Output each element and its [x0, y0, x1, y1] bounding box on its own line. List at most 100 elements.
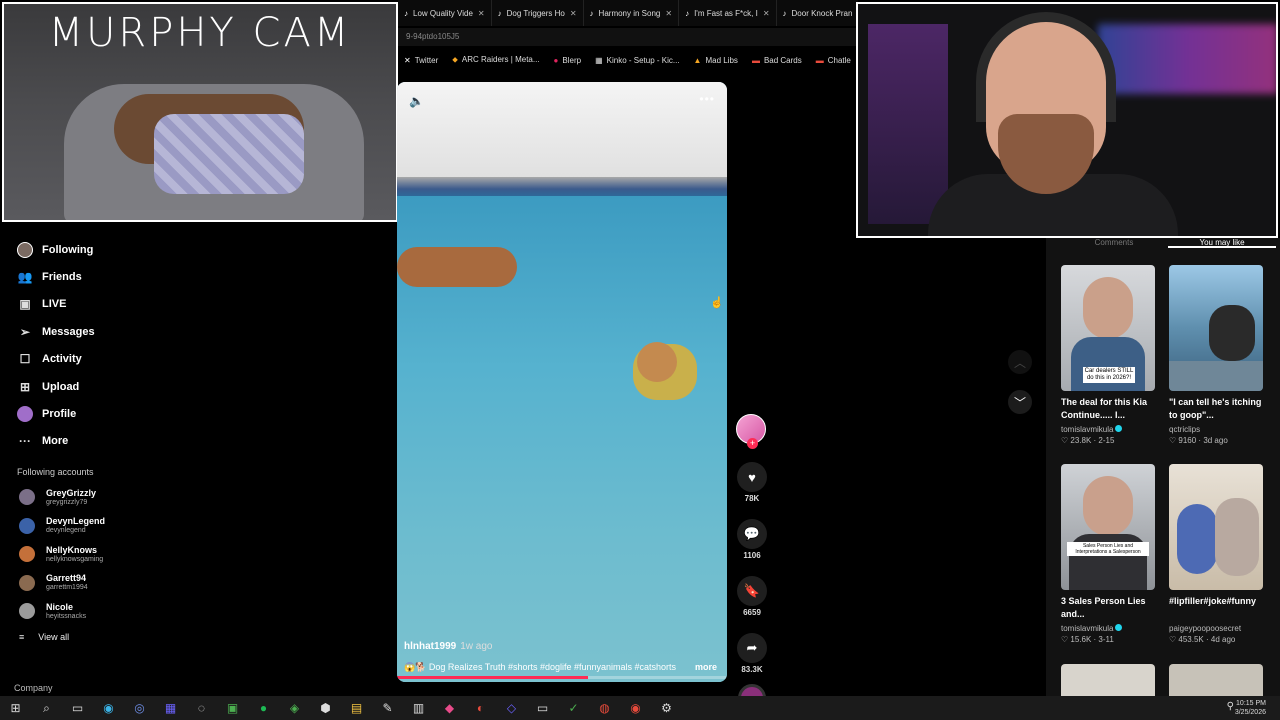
pool-wall [397, 82, 727, 180]
sidebar-item-following[interactable]: Following [0, 236, 396, 263]
settings-gear-icon[interactable]: ⚙ [651, 696, 682, 720]
tab-you-may-like[interactable]: You may like [1168, 238, 1276, 248]
app-icon[interactable]: ◉ [620, 696, 651, 720]
video-thumbnail[interactable] [1169, 464, 1263, 590]
next-video-button[interactable]: ﹀ [1008, 390, 1032, 414]
bookmark-arc-raiders[interactable]: ⬥ ARC Raiders | Meta... [452, 55, 539, 65]
close-icon[interactable]: ✕ [478, 9, 485, 18]
app-icon[interactable]: ✎ [372, 696, 403, 720]
app-icon[interactable]: ◍ [589, 696, 620, 720]
comment-count: 1106 [743, 551, 761, 560]
browser-tab[interactable]: ♪ Low Quality Vide ✕ [398, 0, 492, 26]
address-bar[interactable]: 9-94ptdo105J5 [398, 28, 858, 46]
sidebar-item-friends[interactable]: 👥 Friends [0, 263, 396, 290]
bookmark-twitter[interactable]: ✕ Twitter [404, 56, 438, 65]
app-icon[interactable]: ◈ [279, 696, 310, 720]
bad-cards-icon: ▬ [751, 55, 760, 65]
heart-icon: ♡ [1169, 436, 1179, 445]
task-view-icon[interactable]: ▭ [62, 696, 93, 720]
previous-video-button[interactable]: ︿ [1008, 350, 1032, 374]
like-button[interactable]: ♥ [737, 462, 767, 492]
caption-more-button[interactable]: more [695, 662, 717, 672]
bookmark-mad-libs[interactable]: ▲ Mad Libs [694, 56, 738, 65]
volume-icon[interactable]: 🔈 [409, 94, 424, 108]
app-icon[interactable]: ▣ [217, 696, 248, 720]
murphy-cam-title: MURPHY CAM [48, 10, 352, 56]
creator-avatar[interactable]: + [736, 414, 766, 449]
system-clock[interactable]: 10:15 PM 3/25/2026 [1235, 699, 1266, 717]
following-accounts-heading: Following accounts [17, 467, 94, 478]
following-account[interactable]: Garrett94 garrettm1994 [0, 569, 396, 598]
sidebar-item-live[interactable]: ▣ LIVE [0, 291, 396, 318]
view-all-button[interactable]: ≡ View all [0, 632, 396, 642]
video-author[interactable]: hlnhat1999 1w ago [404, 641, 493, 652]
video-card[interactable]: Car dealers STILL do this in 2026?! The … [1061, 265, 1155, 445]
app-icon[interactable]: ⬢ [310, 696, 341, 720]
tab-comments[interactable]: Comments [1060, 238, 1168, 248]
follow-plus-icon[interactable]: + [747, 438, 758, 449]
blanket [154, 114, 304, 194]
edge-browser-icon[interactable]: ◉ [93, 696, 124, 720]
network-icon[interactable]: ⚲ [1227, 701, 1234, 712]
video-card[interactable]: "I can tell he's itching to goop"... qct… [1169, 265, 1263, 445]
video-card-stats: ♡ 15.6K · 3-11 [1061, 635, 1114, 644]
video-thumbnail[interactable] [1061, 664, 1155, 698]
like-count: 78K [744, 494, 760, 503]
sidebar-item-upload[interactable]: ⊞ Upload [0, 373, 396, 400]
share-button[interactable]: ➦ [737, 633, 767, 663]
company-link[interactable]: Company [14, 683, 53, 693]
sidebar-item-messages[interactable]: ➢ Messages [0, 318, 396, 345]
following-account[interactable]: Nicole heyitssnacks [0, 597, 396, 626]
video-thumbnail[interactable] [1169, 664, 1263, 698]
app-icon[interactable]: ▥ [403, 696, 434, 720]
terminal-icon[interactable]: ▭ [527, 696, 558, 720]
video-card-title: The deal for this Kia Continue..... I... [1061, 397, 1148, 420]
avatar [19, 489, 35, 506]
sidebar-item-profile[interactable]: Profile [0, 400, 396, 427]
following-account[interactable]: GreyGrizzly greygrizzly79 [0, 483, 396, 512]
bookmark-blerp[interactable]: ● Blerp [554, 56, 582, 65]
comment-button[interactable]: 💬 [737, 519, 767, 549]
twitter-icon: ✕ [404, 55, 411, 65]
list-icon: ≡ [19, 631, 25, 642]
app-icon[interactable]: ◆ [434, 696, 465, 720]
app-icon[interactable]: ◇ [496, 696, 527, 720]
browser-tab[interactable]: ♪ Harmony in Song ✕ [584, 0, 680, 26]
video-thumbnail[interactable] [1169, 265, 1263, 391]
sidebar-item-activity[interactable]: ☐ Activity [0, 346, 396, 373]
close-icon[interactable]: ✕ [665, 9, 672, 18]
browser-tab[interactable]: ♪ I'm Fast as F*ck, I ✕ [679, 0, 777, 26]
comment-icon: 💬 [743, 526, 761, 541]
close-icon[interactable]: ✕ [763, 9, 770, 18]
bookmark-kinko[interactable]: ▦ Kinko - Setup - Kic... [595, 56, 679, 65]
following-account[interactable]: NellyKnows nellyknowsgaming [0, 540, 396, 569]
windows-start-icon[interactable]: ⊞ [0, 696, 31, 720]
tiktok-icon: ♪ [685, 8, 690, 18]
following-account[interactable]: DevynLegend devynlegend [0, 512, 396, 541]
video-card-title: #lipfiller#joke#funny [1169, 596, 1257, 606]
browser-tab[interactable]: ♪ Dog Triggers Ho ✕ [492, 0, 584, 26]
bookmark-chatle[interactable]: ▬ Chatle [816, 56, 851, 65]
save-button[interactable]: 🔖 [737, 576, 767, 606]
video-player[interactable]: 🔈 ••• [397, 82, 727, 682]
close-icon[interactable]: ✕ [570, 9, 577, 18]
video-card[interactable]: #lipfiller#joke#funny paigeypoopoosecret… [1169, 464, 1263, 644]
video-card[interactable]: Sales Person Lies and Interpretations a … [1061, 464, 1155, 644]
video-thumbnail[interactable]: Car dealers STILL do this in 2026?! [1061, 265, 1155, 391]
browser-tab[interactable]: ♪ Door Knock Pran [777, 0, 858, 26]
sidebar-item-more[interactable]: ··· More [0, 428, 396, 455]
search-icon[interactable]: ⌕ [31, 696, 62, 720]
spotify-icon[interactable]: ● [248, 696, 279, 720]
video-progress-bar[interactable] [397, 676, 727, 679]
app-grid-icon[interactable]: ▦ [155, 696, 186, 720]
sidebar: Following 👥 Friends ▣ LIVE ➢ Messages ☐ Acti… [0, 236, 396, 696]
more-options-icon[interactable]: ••• [699, 92, 715, 106]
app-icon[interactable]: ◐ [465, 696, 496, 720]
obs-icon[interactable]: ◌ [186, 696, 217, 720]
file-explorer-icon[interactable]: ▤ [341, 696, 372, 720]
tiktok-icon: ♪ [589, 8, 594, 18]
app-icon[interactable]: ✓ [558, 696, 589, 720]
video-thumbnail[interactable]: Sales Person Lies and Interpretations a … [1061, 464, 1155, 590]
chrome-icon[interactable]: ◎ [124, 696, 155, 720]
bookmark-bad-cards[interactable]: ▬ Bad Cards [752, 56, 802, 65]
